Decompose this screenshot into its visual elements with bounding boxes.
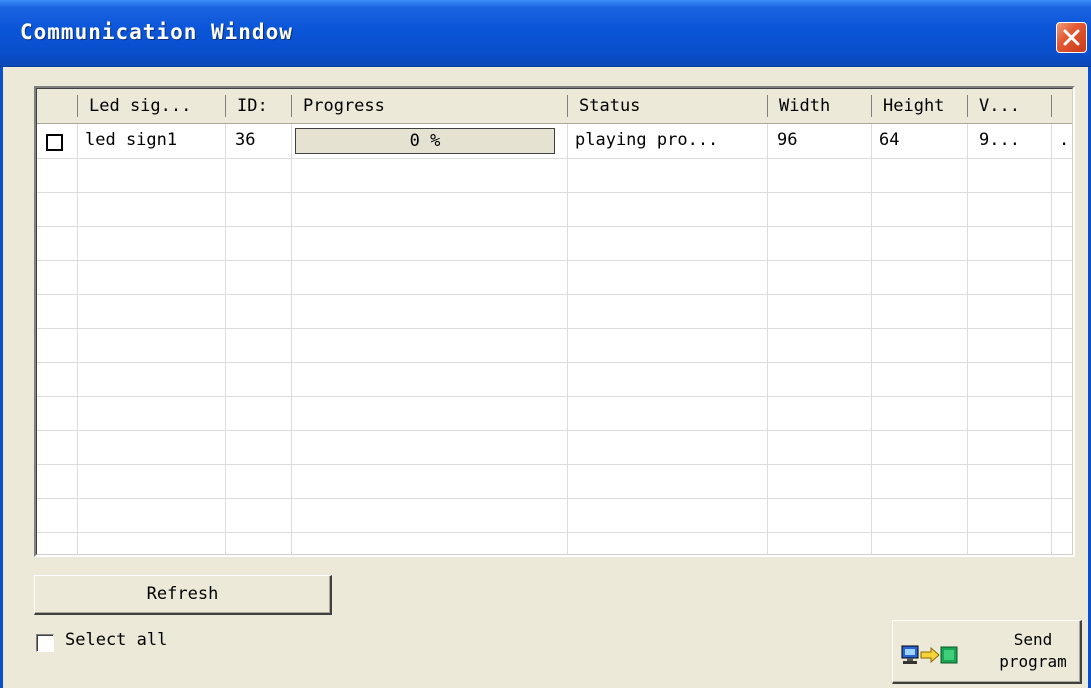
column-header-version[interactable]: V... — [967, 89, 1051, 123]
close-icon — [1063, 29, 1080, 46]
cell-id: 36 — [235, 130, 256, 150]
row-checkbox[interactable] — [46, 134, 63, 151]
close-button[interactable] — [1056, 22, 1087, 53]
select-all-checkbox[interactable] — [36, 634, 54, 652]
cell-height: 64 — [879, 130, 900, 150]
refresh-button[interactable]: Refresh — [34, 575, 332, 615]
column-header-width[interactable]: Width — [767, 89, 871, 123]
send-program-button[interactable]: Send program — [892, 620, 1082, 684]
send-program-label: Send program — [999, 630, 1067, 671]
list-frame: Led sig... ID: Progress Status Width Hei… — [36, 88, 1073, 555]
cell-version: 9... — [979, 130, 1020, 150]
send-program-icon — [901, 645, 958, 664]
table-row[interactable]: led sign1 36 0 % playing pro... 96 64 9.… — [37, 124, 1072, 158]
cell-status: playing pro... — [575, 130, 719, 150]
cell-name: led sign1 — [85, 130, 178, 150]
led-sign-list[interactable]: Led sig... ID: Progress Status Width Hei… — [34, 86, 1075, 557]
cell-extra: . — [1059, 130, 1070, 150]
select-all-label[interactable]: Select all — [65, 630, 167, 650]
column-header-height[interactable]: Height — [871, 89, 967, 123]
progress-text: 0 % — [409, 131, 441, 151]
column-header-progress[interactable]: Progress — [291, 89, 567, 123]
title-bar: Communication Window — [0, 0, 1091, 67]
window-title: Communication Window — [20, 20, 293, 44]
list-header: Led sig... ID: Progress Status Width Hei… — [37, 89, 1072, 124]
column-header-status[interactable]: Status — [567, 89, 767, 123]
column-header-name[interactable]: Led sig... — [77, 89, 225, 123]
column-header-id[interactable]: ID: — [225, 89, 291, 123]
progress-bar: 0 % — [295, 128, 555, 154]
cell-width: 96 — [777, 130, 798, 150]
